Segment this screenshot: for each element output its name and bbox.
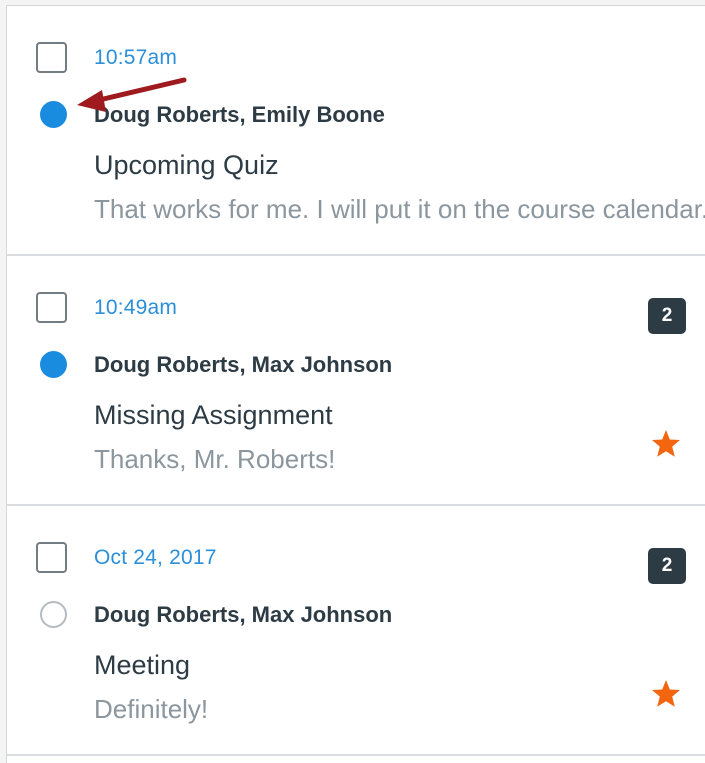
conversation-list: 10:57am Doug Roberts, Emily Boone Upcomi… xyxy=(6,5,705,763)
conversation-preview: Definitely! xyxy=(94,694,209,724)
unread-indicator[interactable] xyxy=(40,101,67,128)
conversation-participants: Doug Roberts, Max Johnson xyxy=(94,602,393,627)
select-conversation-checkbox[interactable] xyxy=(36,292,67,323)
conversation-item[interactable]: Oct 24, 2017 2 Doug Roberts, Max Johnson… xyxy=(7,506,705,756)
conversation-subject: Upcoming Quiz xyxy=(94,150,279,180)
conversation-preview: Thanks, Mr. Roberts! xyxy=(94,444,336,474)
conversation-participants: Doug Roberts, Emily Boone xyxy=(94,102,385,127)
conversation-date: 10:57am xyxy=(94,46,178,69)
select-conversation-checkbox[interactable] xyxy=(36,542,67,573)
message-count-badge: 2 xyxy=(648,298,686,334)
conversation-item[interactable]: 10:57am Doug Roberts, Emily Boone Upcomi… xyxy=(7,6,705,256)
star-icon[interactable] xyxy=(650,428,682,460)
conversation-date: Oct 24, 2017 xyxy=(94,546,217,569)
star-icon[interactable] xyxy=(650,678,682,710)
read-indicator[interactable] xyxy=(40,601,67,628)
conversation-subject: Meeting xyxy=(94,650,191,680)
conversation-preview: That works for me. I will put it on the … xyxy=(94,194,705,224)
unread-indicator[interactable] xyxy=(40,351,67,378)
select-conversation-checkbox[interactable] xyxy=(36,42,67,73)
conversation-item[interactable]: 10:49am 2 Doug Roberts, Max Johnson Miss… xyxy=(7,256,705,506)
message-count-badge: 2 xyxy=(648,548,686,584)
conversation-subject: Missing Assignment xyxy=(94,400,333,430)
divider xyxy=(7,754,705,756)
conversation-date: 10:49am xyxy=(94,296,178,319)
conversation-participants: Doug Roberts, Max Johnson xyxy=(94,352,393,377)
